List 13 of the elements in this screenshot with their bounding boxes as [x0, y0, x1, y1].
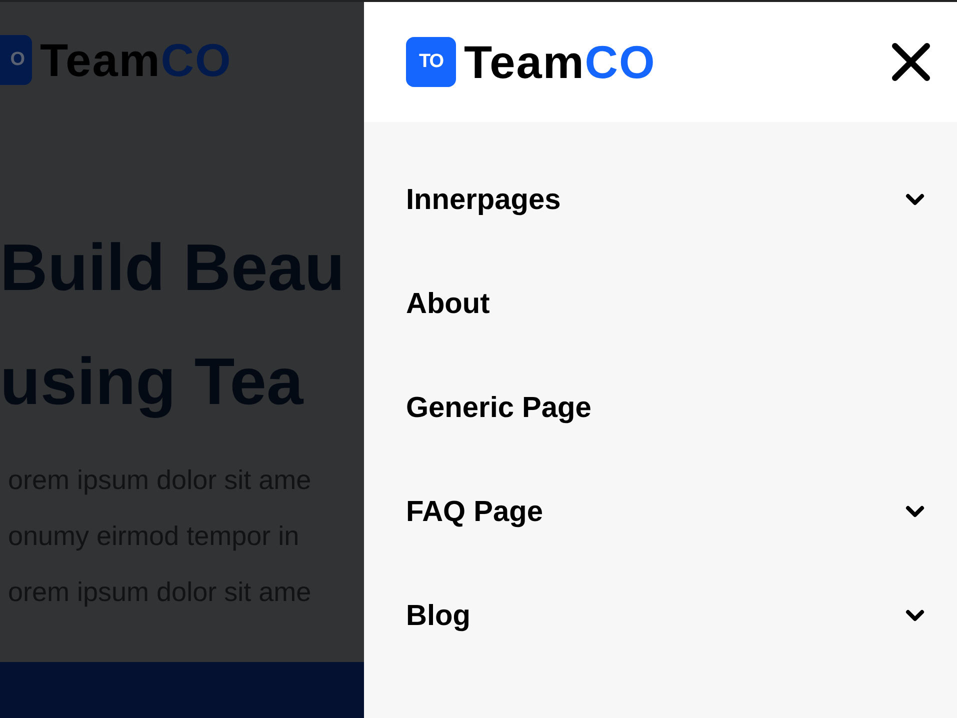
menu-item[interactable]: Innerpages — [364, 148, 957, 252]
logo-text: Team — [464, 35, 585, 89]
chevron-down-icon — [905, 609, 925, 623]
logo-accent-text: CO — [584, 35, 656, 89]
logo-badge: TO — [406, 37, 456, 87]
menu-item[interactable]: FAQ Page — [364, 460, 957, 564]
menu-item[interactable]: About — [364, 252, 957, 356]
menu-item[interactable]: Generic Page — [364, 356, 957, 460]
menu-item[interactable]: Blog — [364, 564, 957, 668]
chevron-down-icon — [905, 505, 925, 519]
close-button[interactable] — [891, 42, 931, 82]
chevron-down-icon — [905, 193, 925, 207]
logo-badge: O — [0, 35, 32, 85]
